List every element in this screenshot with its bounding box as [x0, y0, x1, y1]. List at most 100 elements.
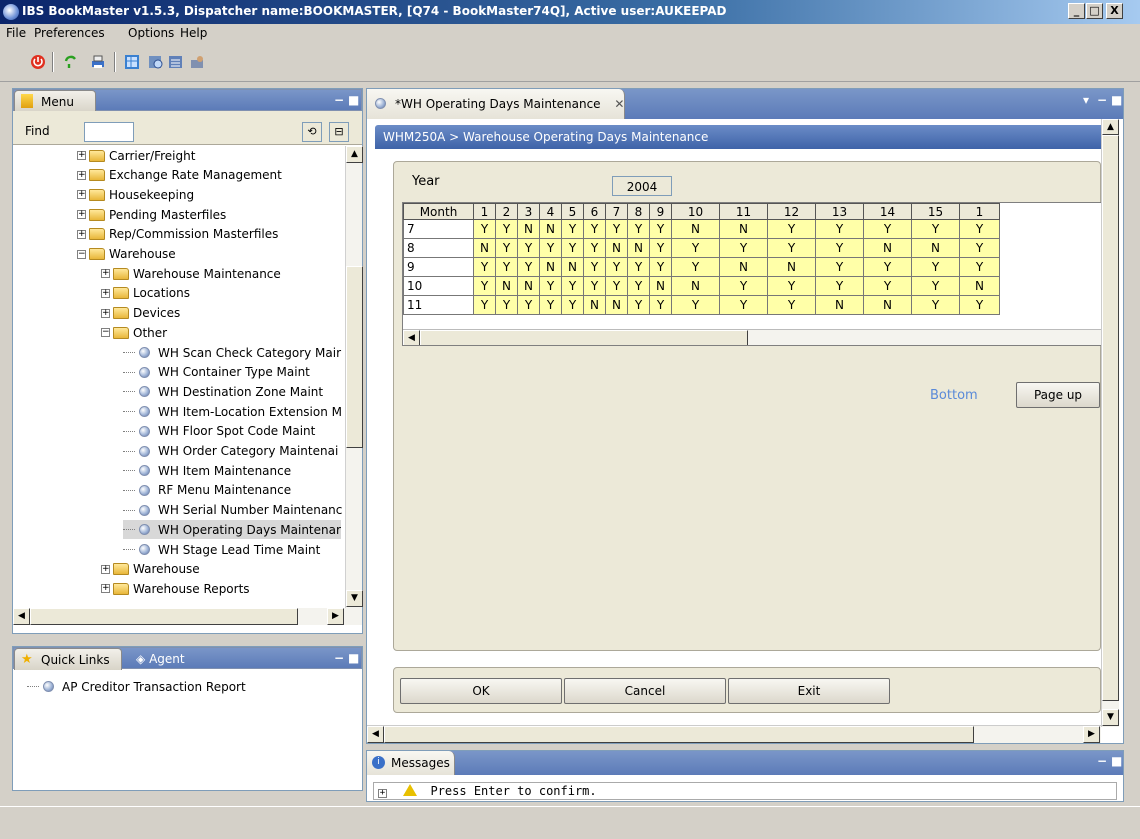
expand-icon[interactable]: +: [101, 584, 110, 594]
export-icon[interactable]: [168, 54, 184, 70]
expand-icon[interactable]: +: [77, 210, 86, 220]
day-cell[interactable]: N: [719, 257, 768, 277]
day-cell[interactable]: Y: [539, 295, 562, 315]
cancel-button[interactable]: Cancel: [564, 678, 726, 704]
day-cell[interactable]: N: [719, 219, 768, 239]
day-cell[interactable]: Y: [517, 257, 540, 277]
day-cell[interactable]: Y: [767, 219, 816, 239]
menu-tab[interactable]: Menu: [14, 90, 96, 112]
day-cell[interactable]: Y: [583, 276, 606, 296]
day-cell[interactable]: Y: [649, 219, 672, 239]
close-tab-icon[interactable]: ✕: [614, 97, 624, 111]
tree-folder-item[interactable]: + Locations: [101, 284, 190, 303]
tree-folder-item[interactable]: + Devices: [101, 304, 180, 323]
day-cell[interactable]: Y: [473, 219, 496, 239]
expand-icon[interactable]: +: [101, 269, 110, 279]
tree-leaf-item[interactable]: RF Menu Maintenance: [123, 481, 291, 500]
tree-folder-item[interactable]: + Exchange Rate Management: [77, 166, 282, 185]
day-cell[interactable]: N: [863, 238, 912, 258]
day-cell[interactable]: Y: [959, 219, 1000, 239]
day-cell[interactable]: N: [649, 276, 672, 296]
menu-file[interactable]: File: [6, 26, 26, 40]
tree-leaf-item[interactable]: WH Destination Zone Maint: [123, 382, 323, 401]
menu-tree-vscrollbar[interactable]: ▲ ▼: [345, 146, 363, 608]
day-cell[interactable]: Y: [561, 219, 584, 239]
day-cell[interactable]: Y: [561, 276, 584, 296]
exit-button[interactable]: Exit: [728, 678, 890, 704]
bottom-link[interactable]: Bottom: [930, 388, 978, 403]
tree-folder-item[interactable]: + Warehouse: [101, 560, 200, 579]
day-cell[interactable]: Y: [495, 257, 518, 277]
scroll-thumb[interactable]: [384, 726, 974, 743]
tree-folder-item[interactable]: + Housekeeping: [77, 185, 194, 204]
day-cell[interactable]: Y: [627, 276, 650, 296]
day-cell[interactable]: Y: [649, 295, 672, 315]
tab-quick-links[interactable]: ★ Quick Links: [14, 648, 122, 670]
tree-leaf-item[interactable]: WH Operating Days Maintenar: [123, 520, 341, 540]
day-cell[interactable]: Y: [911, 219, 960, 239]
day-cell[interactable]: Y: [815, 219, 864, 239]
day-cell[interactable]: Y: [473, 295, 496, 315]
day-cell[interactable]: N: [671, 276, 720, 296]
day-cell[interactable]: N: [517, 219, 540, 239]
day-cell[interactable]: Y: [561, 295, 584, 315]
find-input[interactable]: [84, 122, 134, 142]
minimize-button[interactable]: _: [1068, 3, 1085, 19]
print-icon[interactable]: [90, 54, 106, 70]
day-cell[interactable]: Y: [583, 257, 606, 277]
expand-icon[interactable]: +: [101, 288, 110, 298]
tree-leaf-item[interactable]: WH Container Type Maint: [123, 363, 310, 382]
day-cell[interactable]: Y: [671, 295, 720, 315]
day-cell[interactable]: N: [815, 295, 864, 315]
day-cell[interactable]: Y: [495, 295, 518, 315]
editor-tab[interactable]: *WH Operating Days Maintenance ✕: [367, 89, 625, 119]
scroll-thumb[interactable]: [420, 330, 748, 345]
minimize-panel-icon[interactable]: −: [1097, 93, 1107, 107]
day-cell[interactable]: Y: [627, 219, 650, 239]
day-cell[interactable]: Y: [649, 257, 672, 277]
day-cell[interactable]: N: [605, 295, 628, 315]
scroll-left-icon[interactable]: ◀: [403, 330, 420, 345]
day-cell[interactable]: Y: [517, 295, 540, 315]
tree-leaf-item[interactable]: WH Order Category Maintenai: [123, 442, 338, 461]
tree-folder-item[interactable]: + Pending Masterfiles: [77, 205, 226, 224]
day-cell[interactable]: Y: [539, 238, 562, 258]
day-cell[interactable]: N: [911, 238, 960, 258]
tab-agent[interactable]: ◈ Agent: [136, 652, 185, 666]
day-cell[interactable]: N: [517, 276, 540, 296]
day-cell[interactable]: Y: [605, 276, 628, 296]
grid-hscrollbar[interactable]: ◀: [403, 329, 1101, 345]
day-cell[interactable]: Y: [627, 295, 650, 315]
scroll-down-icon[interactable]: ▼: [1102, 709, 1119, 726]
day-cell[interactable]: Y: [911, 257, 960, 277]
expand-icon[interactable]: +: [378, 789, 387, 798]
menu-tree-hscrollbar[interactable]: ◀ ▶: [13, 608, 362, 625]
day-cell[interactable]: Y: [863, 276, 912, 296]
day-cell[interactable]: Y: [473, 276, 496, 296]
tree-leaf-item[interactable]: WH Stage Lead Time Maint: [123, 540, 320, 559]
day-cell[interactable]: Y: [473, 257, 496, 277]
editor-hscrollbar[interactable]: ◀ ▶: [367, 725, 1101, 743]
day-cell[interactable]: Y: [719, 295, 768, 315]
day-cell[interactable]: N: [561, 257, 584, 277]
expand-icon[interactable]: +: [77, 151, 86, 160]
collapse-icon[interactable]: −: [101, 328, 110, 338]
day-cell[interactable]: Y: [959, 295, 1000, 315]
menu-preferences[interactable]: Preferences: [34, 26, 105, 40]
menu-options[interactable]: Options: [128, 26, 174, 40]
day-cell[interactable]: Y: [605, 219, 628, 239]
day-cell[interactable]: Y: [495, 219, 518, 239]
day-cell[interactable]: Y: [605, 257, 628, 277]
day-cell[interactable]: N: [627, 238, 650, 258]
grid-icon[interactable]: [124, 54, 140, 70]
tree-folder-item[interactable]: − Warehouse: [77, 245, 176, 264]
day-cell[interactable]: Y: [627, 257, 650, 277]
tree-folder-item[interactable]: + Rep/Commission Masterfiles: [77, 225, 278, 244]
page-up-button[interactable]: Page up: [1016, 382, 1100, 408]
maximize-panel-icon[interactable]: ■: [348, 651, 359, 665]
day-cell[interactable]: N: [671, 219, 720, 239]
scroll-thumb[interactable]: [1102, 135, 1119, 701]
maximize-panel-icon[interactable]: ■: [348, 93, 359, 107]
tree-folder-item[interactable]: + Warehouse Maintenance: [101, 264, 281, 283]
power-icon[interactable]: [30, 54, 46, 70]
